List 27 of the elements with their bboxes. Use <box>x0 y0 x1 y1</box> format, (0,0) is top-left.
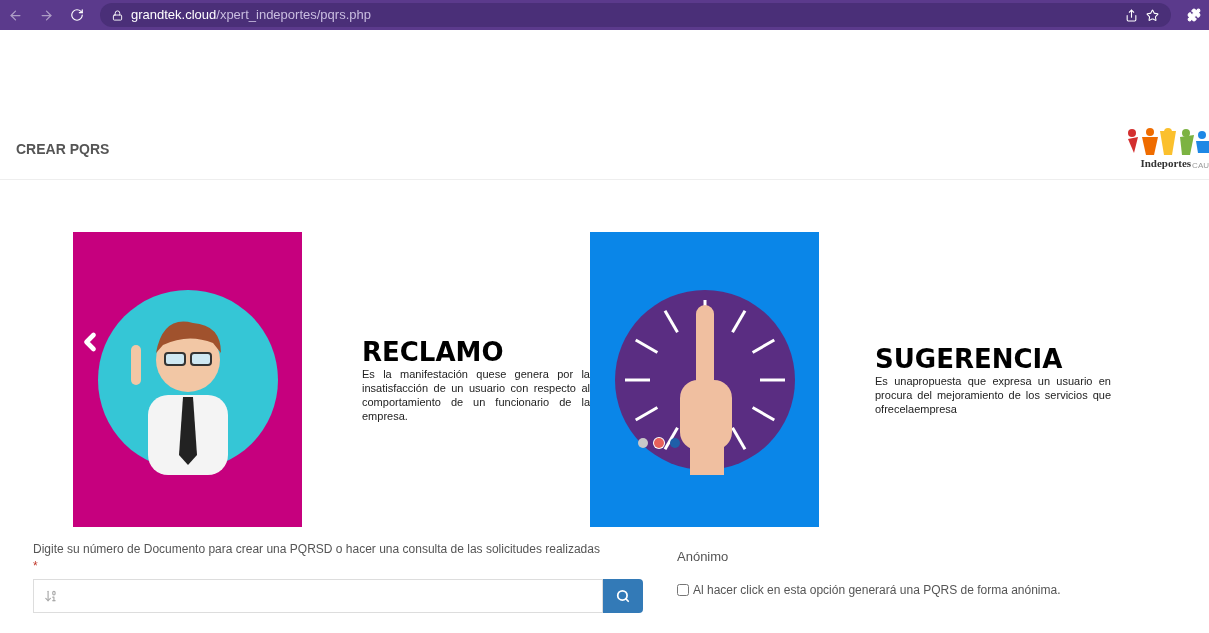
slide-title: RECLAMO <box>362 336 505 367</box>
logo-text: Indeportes <box>1140 156 1192 172</box>
document-input[interactable] <box>33 579 603 613</box>
slide-description: Es unapropuesta que expresa un usuario en procura del mejoramiento de los servicios que ofrecelaempresa <box>875 373 1111 416</box>
slide-description: Es la manifestación quese genera por la insatisfacción de un usuario con respecto al comportamiento de un funcionario de la empresa. <box>362 366 590 423</box>
sort-numeric-icon <box>44 589 58 603</box>
lock-icon <box>112 9 123 21</box>
slide-title: SUGERENCIA <box>875 343 1064 374</box>
anonymous-checkbox[interactable] <box>677 583 689 596</box>
search-icon <box>616 589 630 603</box>
page-title: CREAR PQRS <box>16 140 110 159</box>
star-icon[interactable] <box>1146 8 1159 22</box>
reload-icon[interactable] <box>70 8 84 22</box>
share-icon[interactable] <box>1125 8 1138 22</box>
slide-indicator[interactable] <box>670 438 680 448</box>
anonymous-label: Anónimo <box>677 548 730 566</box>
address-bar[interactable]: grandtek.cloud/xpert_indeportes/pqrs.php <box>100 3 1171 27</box>
anonymous-checkbox-label: Al hacer click en esta opción generará una PQRS de forma anónima. <box>693 581 1061 599</box>
search-button[interactable] <box>603 579 643 613</box>
logo-suffix: CAU <box>1192 159 1209 172</box>
url-host: grandtek.cloud <box>131 6 217 25</box>
url-path: /xpert_indeportes/pqrs.php <box>216 6 371 25</box>
slide-indicator[interactable] <box>638 438 648 448</box>
slide-indicator[interactable] <box>654 438 664 448</box>
required-mark: * <box>33 559 38 573</box>
extensions-icon[interactable] <box>1187 8 1201 22</box>
document-label: Digite su número de Documento para crear una PQRSD o hacer una consulta de las solicitudes realizadas * <box>33 541 601 575</box>
